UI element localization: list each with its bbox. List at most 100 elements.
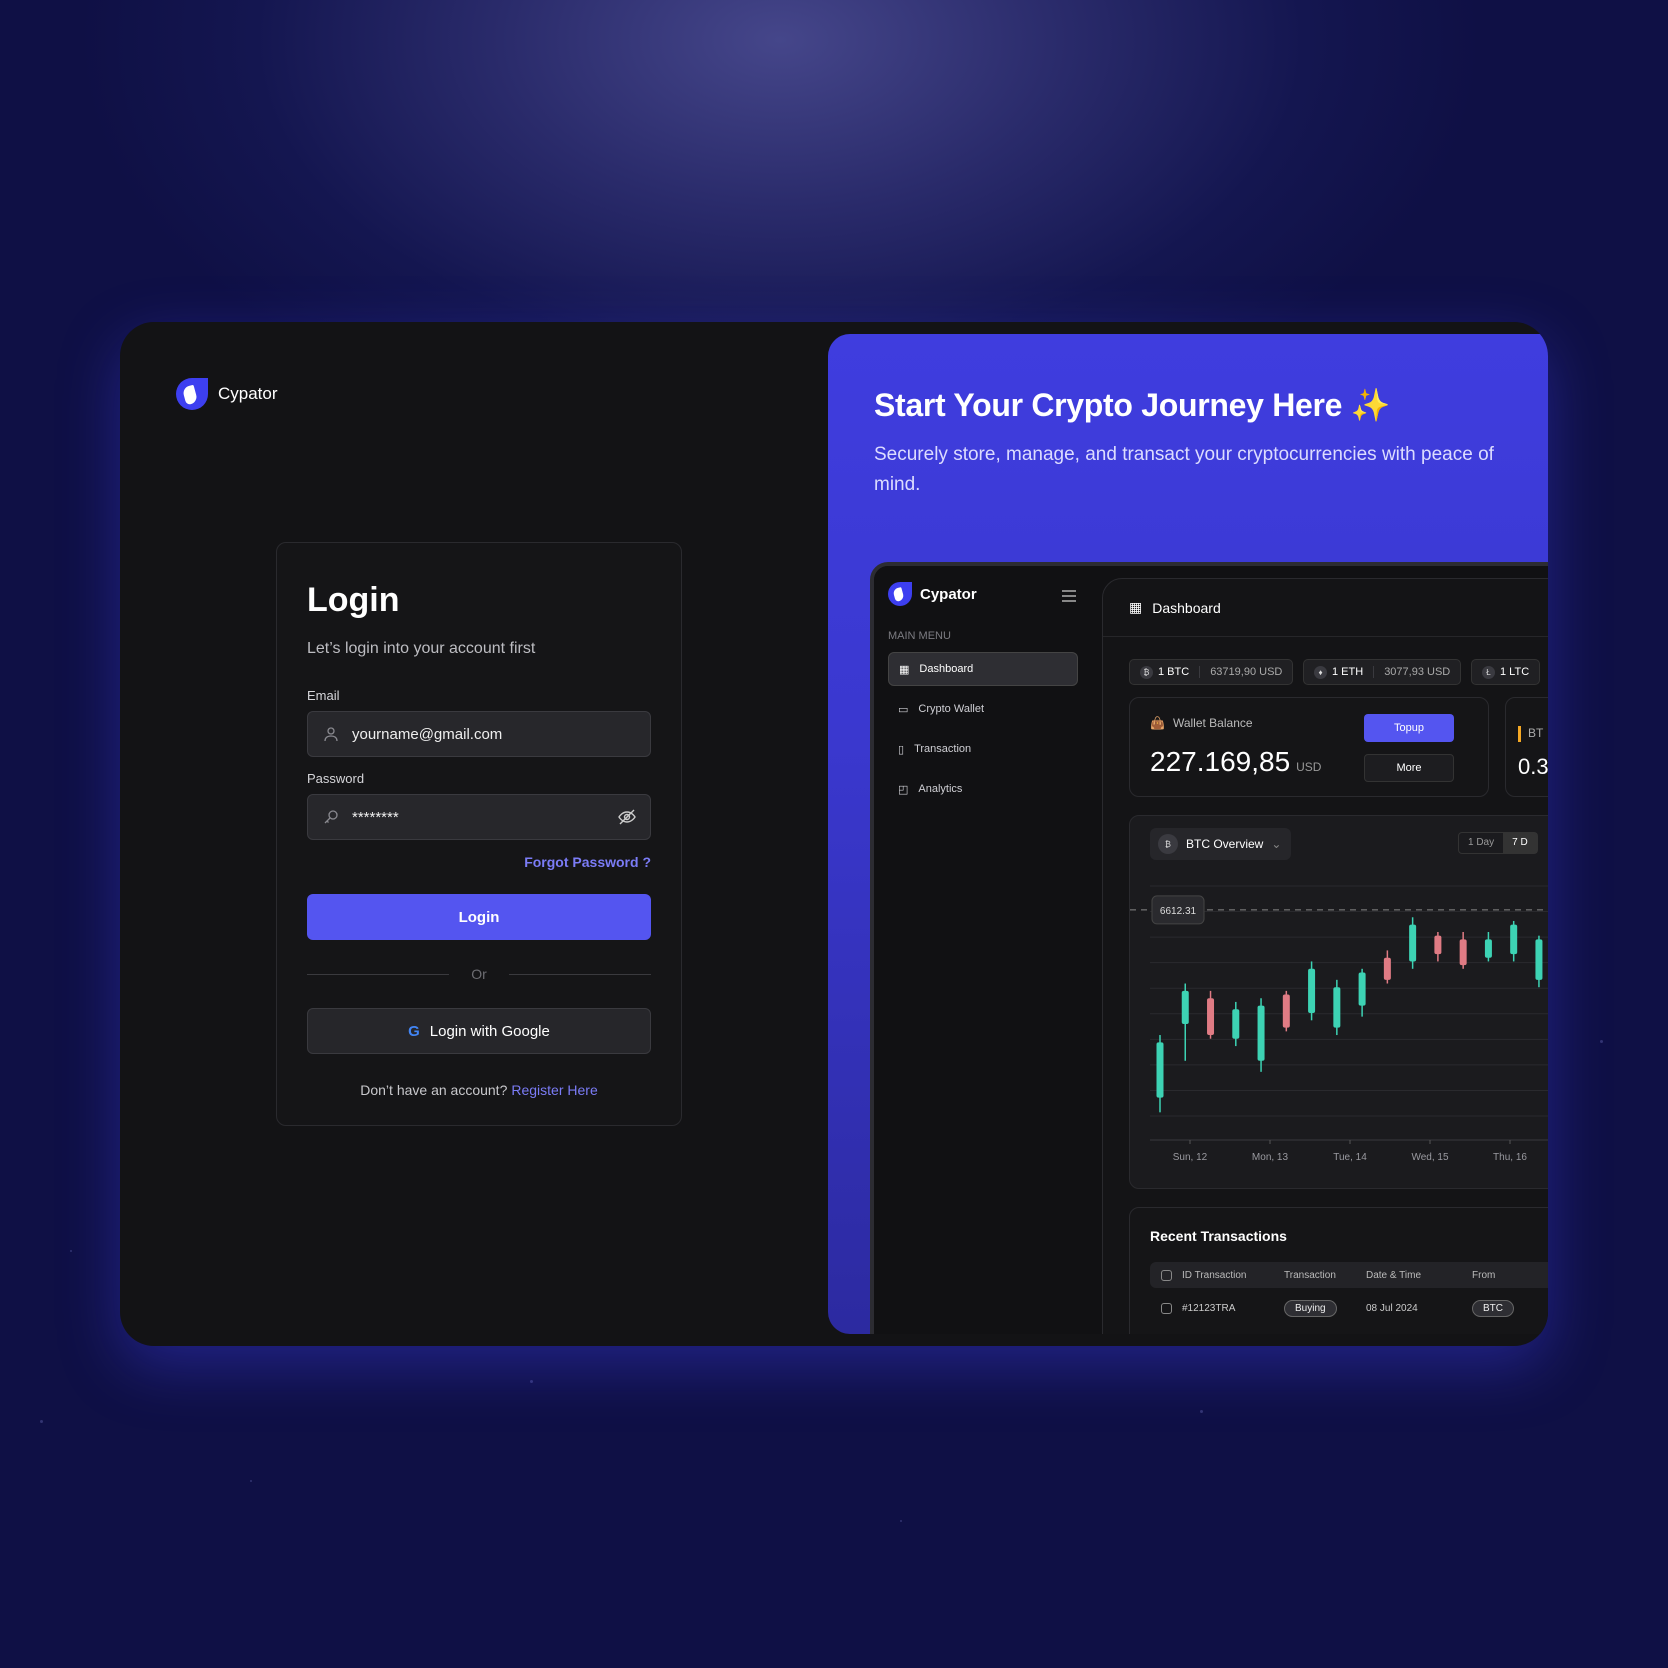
email-field[interactable]: yourname@gmail.com	[307, 711, 651, 757]
more-button[interactable]: More	[1364, 754, 1454, 782]
row-date: 08 Jul 2024	[1366, 1302, 1418, 1314]
wallet-label: Wallet Balance	[1172, 716, 1253, 730]
sidebar-brand: Cypator	[888, 582, 977, 606]
login-subtitle: Let’s login into your account first	[307, 640, 536, 657]
chevron-down-icon: ⌄	[1271, 837, 1282, 851]
sidebar: Cypator MAIN MENU ▦ Dashboard ▭ Crypto Wal…	[874, 566, 1088, 1334]
candle-body	[1510, 924, 1518, 955]
btc-card: BT 0.3	[1505, 697, 1548, 797]
user-icon	[322, 725, 340, 743]
ticker-eth: ♦ 1 ETH 3077,93 USD	[1303, 659, 1462, 685]
password-label: Password	[307, 771, 365, 786]
table-row[interactable]: #12123TRA Buying 08 Jul 2024 BTC	[1150, 1296, 1548, 1320]
forgot-password-link[interactable]: Forgot Password ?	[307, 854, 651, 870]
main-panel: ▦ Dashboard ₿ 1 BTC 63719,90 USD ♦ 1 ETH 30…	[1102, 578, 1548, 1334]
recent-transactions-title: Recent Transactions	[1150, 1228, 1287, 1244]
eye-off-icon[interactable]	[618, 808, 636, 826]
candle-body	[1484, 939, 1492, 958]
wallet-icon: 👜	[1150, 716, 1165, 730]
candle-body	[1434, 935, 1442, 955]
grid-icon: ▦	[899, 663, 910, 676]
status-badge: Buying	[1284, 1299, 1337, 1317]
table-header: ID Transaction Transaction Date & Time F…	[1150, 1262, 1548, 1288]
logo-icon	[888, 582, 912, 606]
accent-bar	[1518, 726, 1521, 742]
ticker-coin: 1 LTC	[1500, 666, 1530, 678]
row-id: #12123TRA	[1182, 1302, 1236, 1314]
col-from: From	[1472, 1269, 1496, 1281]
login-title: Login	[307, 581, 400, 619]
receipt-icon: ▯	[898, 743, 905, 756]
col-date[interactable]: Date & Time	[1366, 1270, 1472, 1281]
promo-description: Securely store, manage, and transact you…	[874, 444, 1494, 495]
candle-body	[1181, 990, 1189, 1024]
nav-label: Crypto Wallet	[918, 703, 985, 715]
candle-body	[1257, 1005, 1265, 1061]
google-login-label: Login with Google	[429, 1022, 550, 1040]
promo-title: Start Your Crypto Journey Here ✨	[874, 387, 1391, 423]
sidebar-item-analytics[interactable]: ◰ Analytics	[888, 772, 1078, 806]
range-1-day[interactable]: 1 Day	[1459, 833, 1503, 853]
or-label: Or	[471, 966, 487, 982]
password-value: ********	[352, 808, 399, 826]
wallet-currency: USD	[1296, 760, 1322, 774]
login-frame: Cypator Login Let’s login into your acco…	[120, 322, 1548, 1346]
email-value: yourname@gmail.com	[352, 725, 503, 743]
btc-overview-card: ₿ BTC Overview ⌄ 1 Day 7 D 6612.31 Sun, 12 M…	[1129, 815, 1548, 1189]
main-header: ▦ Dashboard	[1103, 579, 1548, 637]
candle-body	[1232, 1009, 1240, 1039]
sidebar-item-transaction[interactable]: ▯ Transaction	[888, 732, 1078, 766]
promo-panel: Start Your Crypto Journey Here ✨ Securel…	[828, 334, 1548, 1334]
eth-icon: ♦	[1314, 665, 1327, 679]
btc-icon: ₿	[1158, 834, 1178, 854]
google-icon: G	[408, 1022, 420, 1040]
sidebar-item-dashboard[interactable]: ▦ Dashboard	[888, 652, 1078, 686]
range-7-day[interactable]: 7 D	[1503, 833, 1537, 853]
or-divider: Or	[307, 966, 651, 982]
x-tick-label: Mon, 13	[1252, 1152, 1289, 1163]
candle-body	[1333, 987, 1341, 1028]
candlestick-chart: 6612.31 Sun, 12 Mon, 13 Tue, 14 Wed, 15 Thu, …	[1130, 885, 1548, 1163]
ticker-value: 63719,90 USD	[1199, 666, 1292, 678]
email-label: Email	[307, 688, 340, 703]
candle-body	[1207, 998, 1215, 1036]
ticker-btc: ₿ 1 BTC 63719,90 USD	[1129, 659, 1294, 685]
dashboard-preview: Cypator MAIN MENU ▦ Dashboard ▭ Crypto Wal…	[870, 562, 1548, 1334]
candle-body	[1409, 924, 1417, 962]
main-menu-label: MAIN MENU	[888, 630, 951, 642]
overview-selector[interactable]: ₿ BTC Overview ⌄	[1150, 828, 1292, 860]
ticker-coin: 1 ETH	[1332, 666, 1364, 678]
candle-body	[1308, 968, 1316, 1013]
grid-icon: ▦	[1129, 599, 1143, 615]
google-login-button[interactable]: G Login with Google	[307, 1008, 651, 1054]
row-checkbox[interactable]	[1161, 1302, 1172, 1314]
x-tick-label: Sun, 12	[1173, 1152, 1208, 1163]
candle-body	[1156, 1042, 1164, 1098]
x-tick-label: Thu, 16	[1493, 1152, 1527, 1163]
logo-icon	[176, 378, 208, 410]
nav-label: Transaction	[914, 743, 972, 755]
candle-body	[1459, 939, 1467, 966]
key-icon	[322, 808, 340, 826]
register-link[interactable]: Register Here	[511, 1082, 597, 1098]
password-field[interactable]: ********	[307, 794, 651, 840]
header-title: Dashboard	[1152, 599, 1221, 616]
row-from: BTC	[1472, 1299, 1514, 1317]
candle-body	[1358, 972, 1366, 1006]
ticker-value: 3077,93 USD	[1373, 666, 1460, 678]
nav-label: Analytics	[918, 783, 963, 795]
col-id: ID Transaction	[1182, 1269, 1247, 1281]
login-button[interactable]: Login	[307, 894, 651, 940]
hamburger-icon[interactable]	[1062, 590, 1076, 602]
select-all-checkbox[interactable]	[1161, 1269, 1172, 1281]
nav-label: Dashboard	[919, 663, 974, 675]
brand-name: Cypator	[218, 384, 278, 403]
candle-body	[1383, 957, 1391, 980]
register-prompt-text: Don’t have an account?	[360, 1082, 508, 1098]
wallet-amount: 227.169,85	[1150, 746, 1291, 777]
register-prompt: Don’t have an account? Register Here	[307, 1082, 651, 1098]
sidebar-brand-name: Cypator	[920, 585, 977, 603]
topup-button[interactable]: Topup	[1364, 714, 1454, 742]
candle-body	[1282, 994, 1290, 1028]
sidebar-item-crypto-wallet[interactable]: ▭ Crypto Wallet	[888, 692, 1078, 726]
